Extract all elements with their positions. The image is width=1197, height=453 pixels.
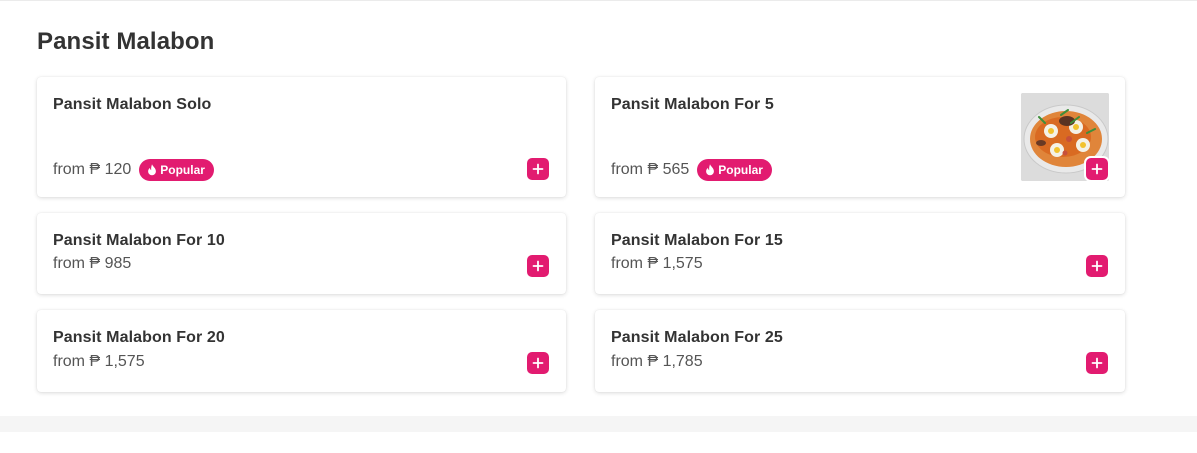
item-name: Pansit Malabon For 25 <box>611 329 783 346</box>
plus-icon <box>1091 163 1103 175</box>
add-item-button[interactable] <box>1086 352 1108 374</box>
flame-icon <box>148 164 157 176</box>
popular-badge-label: Popular <box>718 163 763 177</box>
popular-badge: Popular <box>139 159 214 181</box>
add-item-button[interactable] <box>527 255 549 277</box>
add-item-button[interactable] <box>527 352 549 374</box>
item-name: Pansit Malabon For 20 <box>53 329 225 346</box>
add-item-button[interactable] <box>527 158 549 180</box>
plus-icon <box>532 163 544 175</box>
menu-item-card[interactable]: Pansit Malabon For 15 from ₱ 1,575 <box>595 213 1125 294</box>
plus-icon <box>532 260 544 272</box>
item-name: Pansit Malabon For 15 <box>611 232 783 249</box>
item-price-row: from ₱ 120 Popular <box>53 159 214 181</box>
plus-icon <box>1091 357 1103 369</box>
menu-item-card[interactable]: Pansit Malabon For 10 from ₱ 985 <box>37 213 566 294</box>
add-item-button[interactable] <box>1086 255 1108 277</box>
item-name: Pansit Malabon For 5 <box>611 96 774 113</box>
section-title: Pansit Malabon <box>37 28 215 55</box>
section-divider <box>0 416 1197 432</box>
item-price: from ₱ 1,575 <box>53 353 145 370</box>
add-item-button[interactable] <box>1086 158 1108 180</box>
item-price: from ₱ 120 <box>53 161 132 178</box>
menu-item-card[interactable]: Pansit Malabon For 5 from ₱ 565 Popular <box>595 77 1125 197</box>
item-price: from ₱ 985 <box>53 255 132 272</box>
item-name: Pansit Malabon For 10 <box>53 232 225 249</box>
menu-item-card[interactable]: Pansit Malabon For 25 from ₱ 1,785 <box>595 310 1125 392</box>
flame-icon <box>706 164 715 176</box>
item-name: Pansit Malabon Solo <box>53 96 212 113</box>
menu-item-card[interactable]: Pansit Malabon Solo from ₱ 120 Popular <box>37 77 566 197</box>
popular-badge-label: Popular <box>160 163 205 177</box>
item-price: from ₱ 1,785 <box>611 353 703 370</box>
item-price-row: from ₱ 565 Popular <box>611 159 772 181</box>
item-price: from ₱ 565 <box>611 161 690 178</box>
top-divider <box>0 0 1197 1</box>
popular-badge: Popular <box>697 159 772 181</box>
menu-item-card[interactable]: Pansit Malabon For 20 from ₱ 1,575 <box>37 310 566 392</box>
item-price: from ₱ 1,575 <box>611 255 703 272</box>
plus-icon <box>532 357 544 369</box>
plus-icon <box>1091 260 1103 272</box>
